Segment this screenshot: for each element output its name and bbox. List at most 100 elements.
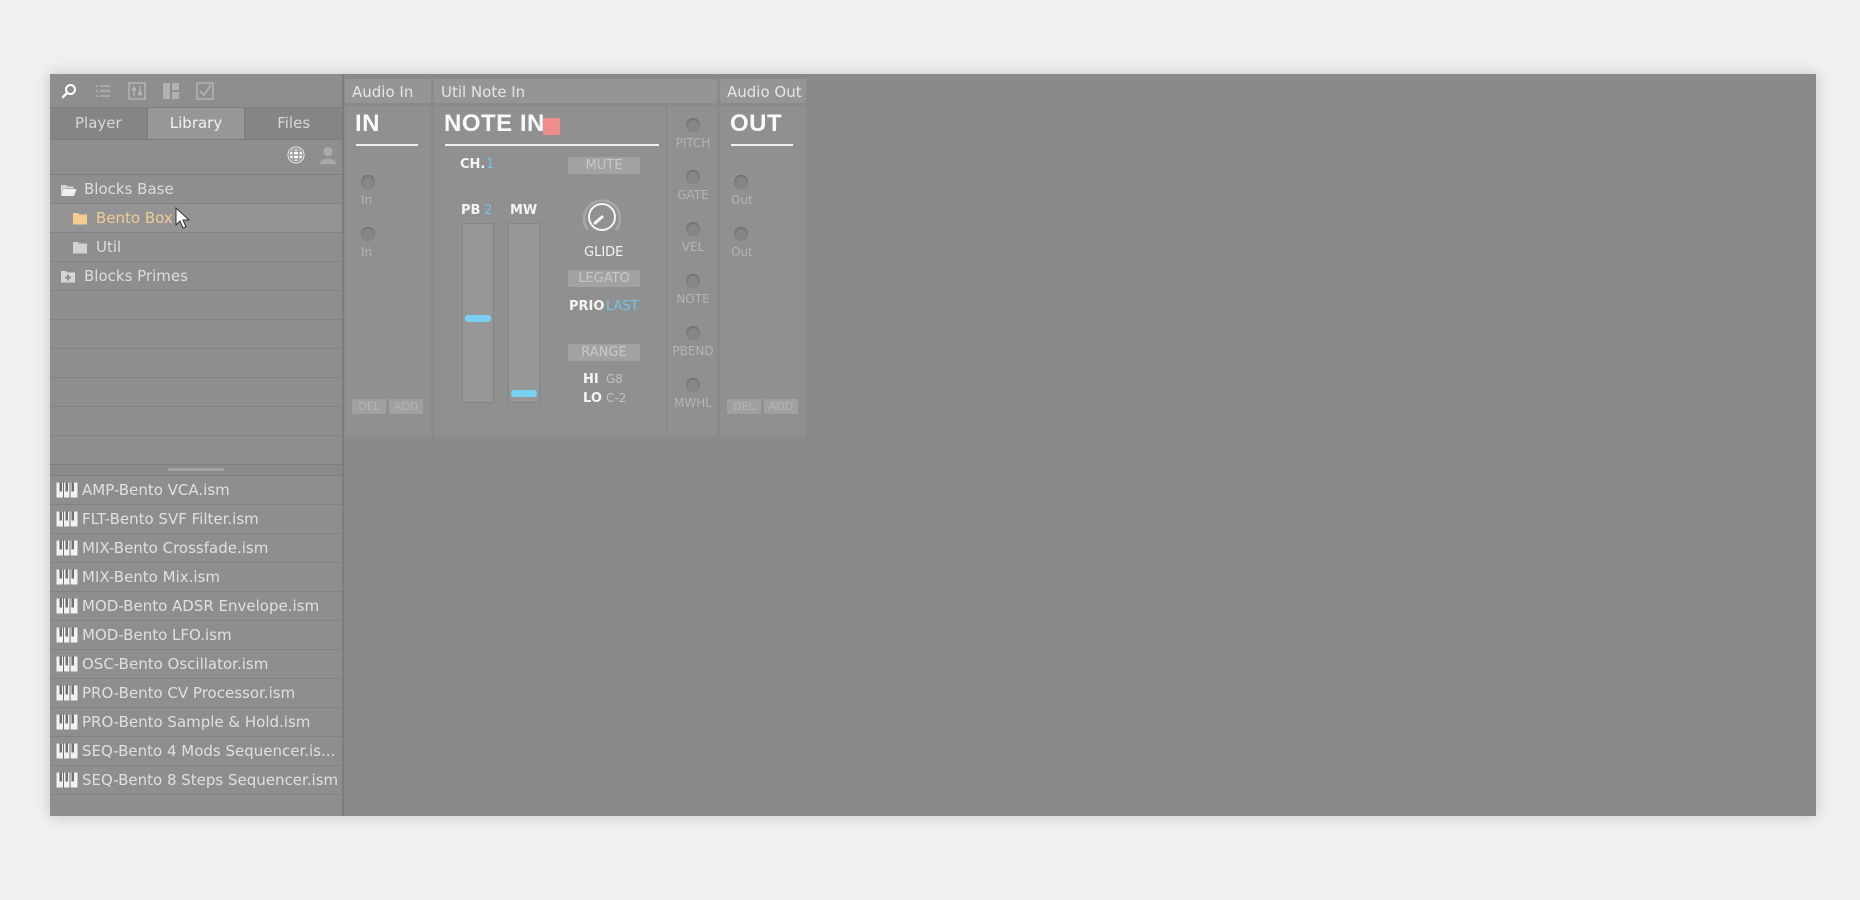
port-label: In: [361, 193, 373, 207]
output-port-label: GATE: [677, 188, 709, 202]
output-port[interactable]: [734, 175, 748, 189]
tree-empty-row: [50, 378, 342, 407]
file-list: AMP-Bento VCA.ism FLT-Bento SVF Filter.is…: [50, 476, 342, 795]
mute-button[interactable]: MUTE: [568, 157, 640, 174]
channel-value[interactable]: 1: [486, 157, 494, 172]
mw-slider[interactable]: [508, 223, 540, 403]
file-list-item[interactable]: AMP-Bento VCA.ism: [50, 476, 342, 505]
keyboard-icon: [56, 772, 78, 788]
panel-splitter[interactable]: [50, 464, 342, 476]
folder-icon: [72, 240, 90, 254]
output-port-label: NOTE: [676, 292, 710, 306]
file-list-item[interactable]: FLT-Bento SVF Filter.ism: [50, 505, 342, 534]
output-port-label: MWHL: [674, 396, 712, 410]
file-list-item[interactable]: SEQ-Bento 4 Mods Sequencer.is...: [50, 737, 342, 766]
mixer-icon[interactable]: [128, 81, 146, 100]
module-header[interactable]: Audio In: [345, 79, 431, 106]
keyboard-icon: [56, 511, 78, 527]
file-list-item[interactable]: MIX-Bento Mix.ism: [50, 563, 342, 592]
search-icon[interactable]: [60, 82, 78, 100]
file-list-item[interactable]: MOD-Bento LFO.ism: [50, 621, 342, 650]
file-list-item[interactable]: OSC-Bento Oscillator.ism: [50, 650, 342, 679]
prio-value[interactable]: LAST: [606, 299, 639, 314]
library-tree: Blocks Base Bento Box Util Blocks Primes: [50, 175, 342, 464]
status-indicator[interactable]: [543, 118, 560, 135]
module-audio-out: Audio Out OUT Out Out DEL ADD: [720, 79, 806, 436]
checkbox-icon[interactable]: [196, 81, 214, 100]
pb-slider[interactable]: [462, 223, 494, 403]
module-body: OUT Out Out DEL ADD: [720, 106, 806, 436]
tab-files[interactable]: Files: [245, 108, 343, 139]
tree-empty-row: [50, 407, 342, 436]
keyboard-icon: [56, 656, 78, 672]
output-port-label: VEL: [681, 240, 705, 254]
globe-icon[interactable]: [286, 145, 306, 169]
tree-item-blocks-primes[interactable]: Blocks Primes: [50, 262, 342, 291]
user-icon[interactable]: [318, 145, 338, 169]
del-button[interactable]: DEL: [727, 399, 761, 414]
file-name: FLT-Bento SVF Filter.ism: [82, 510, 259, 528]
folder-open-icon: [60, 182, 78, 196]
add-button[interactable]: ADD: [764, 399, 798, 414]
tree-item-blocks-base[interactable]: Blocks Base: [50, 175, 342, 204]
mw-label: MW: [510, 203, 538, 218]
module-title: OUT: [730, 110, 783, 137]
channel-label: CH.: [460, 157, 486, 172]
output-port-label: PBEND: [672, 344, 714, 358]
tree-item-bento-box[interactable]: Bento Box: [50, 204, 342, 233]
del-button[interactable]: DEL: [352, 399, 386, 414]
output-port[interactable]: [686, 274, 700, 288]
file-name: SEQ-Bento 8 Steps Sequencer.ism: [82, 771, 339, 789]
hi-value[interactable]: G8: [606, 372, 623, 386]
output-port[interactable]: [686, 170, 700, 184]
tree-item-label: Bento Box: [96, 209, 173, 227]
range-button[interactable]: RANGE: [568, 344, 640, 361]
glide-knob[interactable]: [579, 194, 625, 244]
tree-empty-row: [50, 291, 342, 320]
port-label: Out: [731, 193, 753, 207]
tree-item-util[interactable]: Util: [50, 233, 342, 262]
output-port[interactable]: [686, 118, 700, 132]
legato-button[interactable]: LEGATO: [568, 270, 640, 287]
title-rule: [356, 144, 418, 146]
module-header[interactable]: Util Note In: [434, 79, 717, 106]
add-button[interactable]: ADD: [389, 399, 423, 414]
hi-label: HI: [583, 372, 599, 387]
module-header[interactable]: Audio Out: [720, 79, 806, 106]
filter-bar: [50, 140, 342, 175]
output-port[interactable]: [734, 227, 748, 241]
pb-slider-thumb[interactable]: [465, 315, 491, 322]
pb-label: PB: [461, 203, 481, 218]
tab-library[interactable]: Library: [147, 108, 246, 139]
file-name: MOD-Bento LFO.ism: [82, 626, 232, 644]
lo-value[interactable]: C-2: [606, 391, 626, 405]
module-audio-in: Audio In IN In In DEL ADD: [345, 79, 431, 436]
keyboard-icon: [56, 627, 78, 643]
folder-plus-icon: [60, 269, 78, 283]
layout-icon[interactable]: [162, 82, 180, 100]
input-port[interactable]: [361, 227, 375, 241]
tree-item-label: Util: [96, 238, 122, 256]
output-port[interactable]: [686, 222, 700, 236]
title-rule: [445, 144, 659, 146]
file-list-item[interactable]: MOD-Bento ADSR Envelope.ism: [50, 592, 342, 621]
tab-player[interactable]: Player: [50, 108, 148, 139]
keyboard-icon: [56, 685, 78, 701]
output-port[interactable]: [686, 378, 700, 392]
file-list-item[interactable]: MIX-Bento Crossfade.ism: [50, 534, 342, 563]
file-list-item[interactable]: PRO-Bento CV Processor.ism: [50, 679, 342, 708]
file-name: MOD-Bento ADSR Envelope.ism: [82, 597, 320, 615]
mw-slider-thumb[interactable]: [511, 390, 537, 397]
list-icon[interactable]: [94, 82, 112, 100]
tree-empty-row: [50, 349, 342, 378]
output-strip: [666, 106, 667, 436]
pb-value[interactable]: 2: [484, 203, 492, 218]
output-port-label: PITCH: [675, 136, 711, 150]
output-port[interactable]: [686, 326, 700, 340]
splitter-grip[interactable]: [168, 468, 224, 471]
file-list-item[interactable]: SEQ-Bento 8 Steps Sequencer.ism: [50, 766, 342, 795]
input-port[interactable]: [361, 175, 375, 189]
glide-label: GLIDE: [584, 245, 624, 260]
file-list-item[interactable]: PRO-Bento Sample & Hold.ism: [50, 708, 342, 737]
file-name: OSC-Bento Oscillator.ism: [82, 655, 269, 673]
